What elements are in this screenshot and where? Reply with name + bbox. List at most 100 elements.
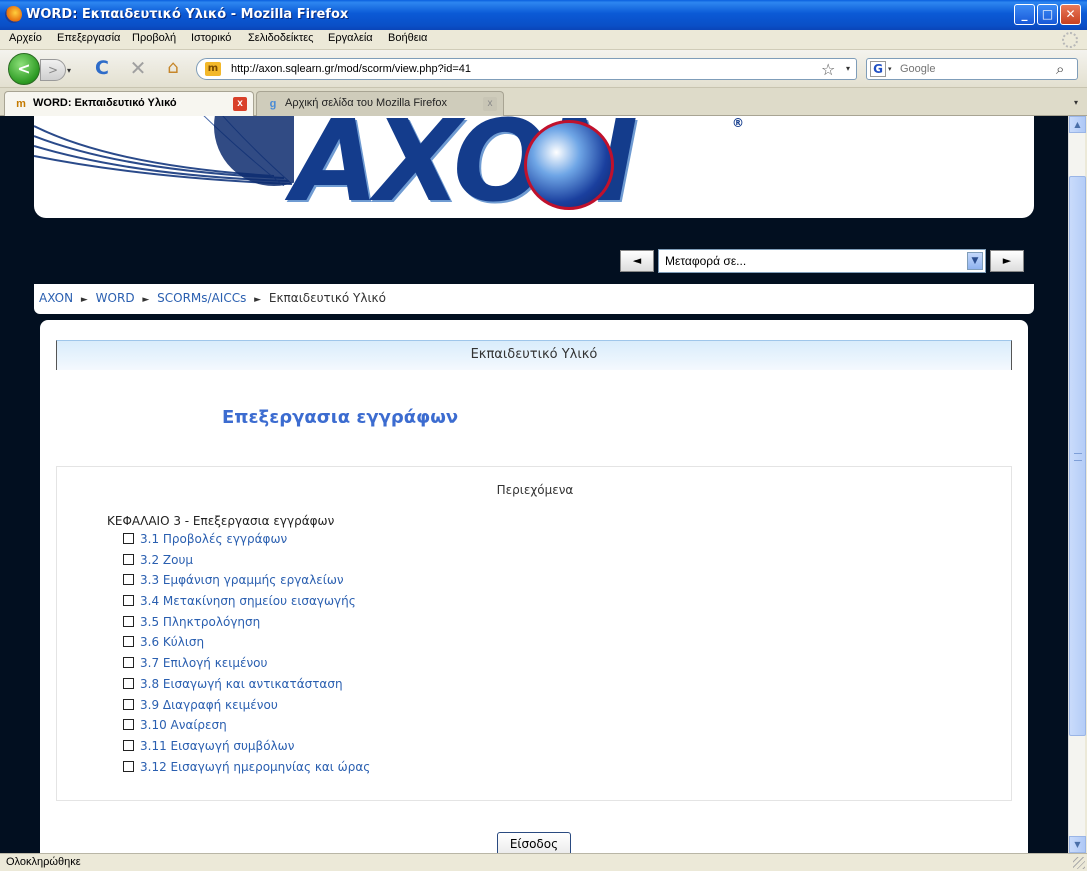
chevron-down-icon[interactable]: ▼ [967,252,983,270]
stop-icon[interactable]: ✕ [128,58,148,78]
checkbox-icon [123,553,134,565]
engine-dropdown-icon[interactable]: ▾ [888,65,892,73]
header-swoosh-graphic [34,116,294,186]
moodle-favicon-icon: m [16,98,26,110]
breadcrumb-current: Εκπαιδευτικό Υλικό [268,291,386,305]
registered-mark: ® [732,116,744,130]
reload-icon[interactable]: C [92,58,112,78]
tab-firefox-home[interactable]: g Αρχική σελίδα του Mozilla Firefox x [256,91,504,116]
navigation-toolbar: < > ▾ C ✕ ⌂ m http://axon.sqlearn.gr/mod… [0,50,1087,88]
url-dropdown-icon[interactable]: ▾ [846,64,850,73]
checkbox-icon [123,760,134,772]
toc-link[interactable]: 3.1 Προβολές εγγράφων [140,532,287,546]
checkbox-icon [123,574,134,586]
list-item: 3.8 Εισαγωγή και αντικατάσταση [123,677,370,698]
menu-bookmarks[interactable]: Σελιδοδείκτες [248,32,313,44]
google-engine-icon[interactable]: G [870,61,886,77]
toc-link[interactable]: 3.8 Εισαγωγή και αντικατάσταση [140,677,343,691]
menu-bar: Αρχείο Επεξεργασία Προβολή Ιστορικό Σελι… [0,30,1087,50]
menu-history[interactable]: Ιστορικό [191,32,231,44]
site-favicon-icon: m [205,62,221,76]
forward-button[interactable]: > [40,59,66,81]
checkbox-icon [123,698,134,710]
list-item: 3.5 Πληκτρολόγηση [123,615,370,636]
google-favicon-icon: g [269,98,277,110]
status-bar: Ολοκληρώθηκε [0,853,1087,871]
menu-help[interactable]: Βοήθεια [388,32,427,44]
list-item: 3.10 Αναίρεση [123,718,370,739]
checkbox-icon [123,739,134,751]
minimize-button[interactable]: _ [1014,4,1035,25]
list-item: 3.12 Εισαγωγή ημερομηνίας και ώρας [123,760,370,781]
vertical-scrollbar[interactable]: ▲ ▼ [1068,116,1086,853]
search-bar[interactable]: G ▾ ⌕ [866,58,1078,80]
close-tab-icon[interactable]: x [483,97,497,111]
bookmark-star-icon[interactable]: ☆ [821,60,835,79]
list-item: 3.4 Μετακίνηση σημείου εισαγωγής [123,594,370,615]
home-icon[interactable]: ⌂ [162,58,184,78]
site-header-banner: AXON ® [34,116,1034,218]
list-item: 3.6 Κύλιση [123,635,370,656]
search-input[interactable] [900,63,1050,75]
list-item: 3.3 Εμφάνιση γραμμής εργαλείων [123,573,370,594]
toc-link[interactable]: 3.9 Διαγραφή κειμένου [140,698,278,712]
next-activity-button[interactable]: ► [990,250,1024,272]
toc-link[interactable]: 3.4 Μετακίνηση σημείου εισαγωγής [140,594,356,608]
search-go-icon[interactable]: ⌕ [1056,60,1064,78]
breadcrumb-link-axon[interactable]: AXON [39,291,73,305]
menu-view[interactable]: Προβολή [132,32,176,44]
jump-to-select[interactable]: Μεταφορά σε... ▼ [658,249,986,273]
window-titlebar: WORD: Εκπαιδευτικό Υλικό - Mozilla Firef… [0,0,1087,30]
scroll-up-icon[interactable]: ▲ [1069,116,1086,133]
menu-tools[interactable]: Εργαλεία [328,32,373,44]
previous-activity-button[interactable]: ◄ [620,250,654,272]
grip-icon [1074,453,1082,461]
toc-link[interactable]: 3.11 Εισαγωγή συμβόλων [140,739,294,753]
checkbox-icon [123,636,134,648]
checkbox-icon [123,657,134,669]
checkbox-icon [123,615,134,627]
checkbox-icon [123,595,134,607]
scroll-down-icon[interactable]: ▼ [1069,836,1086,853]
menu-edit[interactable]: Επεξεργασία [57,32,120,44]
breadcrumb: AXON ► WORD ► SCORMs/AICCs ► Εκπαιδευτικ… [34,284,1034,314]
enter-button[interactable]: Είσοδος [497,832,571,853]
resize-grip-icon[interactable] [1073,857,1085,869]
toc-link[interactable]: 3.10 Αναίρεση [140,718,227,732]
history-dropdown-icon[interactable]: ▾ [67,66,71,75]
main-content-panel: Εκπαιδευτικό Υλικό Επεξεργασια εγγράφων … [40,320,1028,853]
chapter-title: ΚΕΦΑΛΑΙΟ 3 - Επεξεργασια εγγράφων [107,514,335,528]
list-item: 3.9 Διαγραφή κειμένου [123,698,370,719]
maximize-button[interactable]: □ [1037,4,1058,25]
window-title: WORD: Εκπαιδευτικό Υλικό - Mozilla Firef… [26,7,349,22]
page-title: Επεξεργασια εγγράφων [222,407,459,428]
jump-to-value: Μεταφορά σε... [665,254,747,268]
toc-link[interactable]: 3.5 Πληκτρολόγηση [140,615,260,629]
list-item: 3.2 Ζουμ [123,553,370,574]
loading-throbber-icon [1062,32,1078,48]
toc-list: 3.1 Προβολές εγγράφων 3.2 Ζουμ 3.3 Εμφάν… [123,532,370,780]
breadcrumb-link-scorms[interactable]: SCORMs/AICCs [157,291,246,305]
page-viewport: AXON ® ◄ Μεταφορά σε... ▼ ► AXON ► WORD … [0,116,1068,853]
address-bar[interactable]: m http://axon.sqlearn.gr/mod/scorm/view.… [196,58,857,80]
toc-link[interactable]: 3.7 Επιλογή κειμένου [140,656,267,670]
globe-logo-icon [524,120,614,210]
checkbox-icon [123,719,134,731]
toc-link[interactable]: 3.2 Ζουμ [140,553,193,567]
tab-label: Αρχική σελίδα του Mozilla Firefox [285,97,447,109]
breadcrumb-link-word[interactable]: WORD [96,291,135,305]
scrollbar-thumb[interactable] [1069,176,1086,736]
toc-link[interactable]: 3.12 Εισαγωγή ημερομηνίας και ώρας [140,760,370,774]
close-tab-icon[interactable]: x [233,97,247,111]
menu-file[interactable]: Αρχείο [9,32,42,44]
table-of-contents: Περιεχόμενα ΚΕΦΑΛΑΙΟ 3 - Επεξεργασια εγγ… [56,466,1012,801]
close-window-button[interactable]: ✕ [1060,4,1081,25]
breadcrumb-separator-icon: ► [80,295,88,305]
url-text[interactable]: http://axon.sqlearn.gr/mod/scorm/view.ph… [231,63,471,75]
status-text: Ολοκληρώθηκε [6,856,81,868]
tab-list-dropdown-icon[interactable]: ▾ [1068,93,1084,113]
toc-link[interactable]: 3.6 Κύλιση [140,635,204,649]
tab-word-material[interactable]: m WORD: Εκπαιδευτικό Υλικό x [4,91,254,117]
back-button[interactable]: < [8,53,40,85]
toc-link[interactable]: 3.3 Εμφάνιση γραμμής εργαλείων [140,573,344,587]
